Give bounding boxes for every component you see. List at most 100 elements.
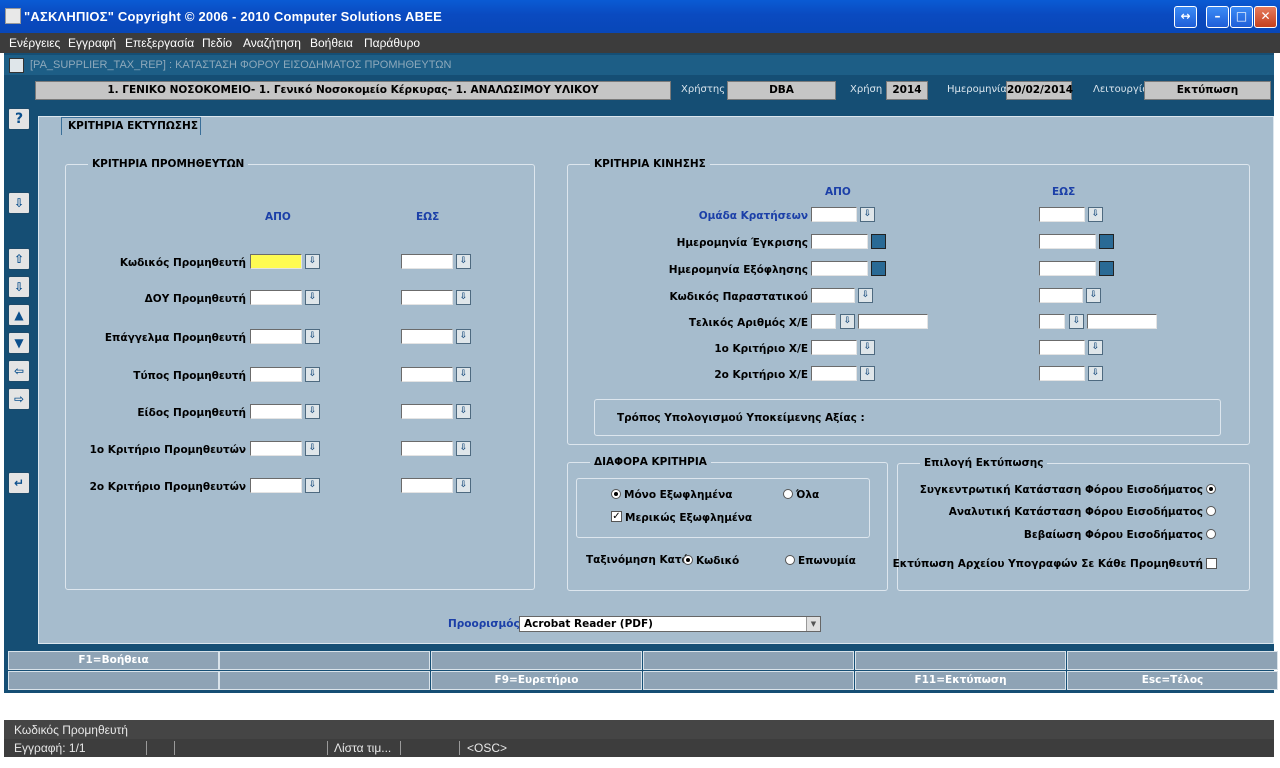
print-option-analytic-radio[interactable] [1206, 506, 1216, 516]
calendar-icon[interactable] [871, 234, 886, 249]
supplier-to-lov-icon[interactable]: ⇩ [456, 478, 471, 493]
first-record-icon[interactable]: ⇧ [8, 248, 30, 270]
movement-to-number-field[interactable] [1087, 314, 1157, 329]
close-button[interactable]: ✕ [1254, 6, 1277, 28]
menu-window[interactable]: Παράθυρο [364, 36, 420, 50]
menu-record[interactable]: Εγγραφή [68, 36, 116, 50]
supplier-from-field[interactable] [250, 290, 302, 305]
supplier-to-lov-icon[interactable]: ⇩ [456, 367, 471, 382]
supplier-from-lov-icon[interactable]: ⇩ [305, 329, 320, 344]
restore-arrows-icon[interactable]: ↔ [1174, 6, 1197, 28]
menu-actions[interactable]: Ενέργειες [9, 36, 60, 50]
supplier-to-field[interactable] [401, 290, 453, 305]
menu-edit[interactable]: Επεξεργασία [125, 36, 194, 50]
minimize-button[interactable]: – [1206, 6, 1229, 28]
arrow-right-icon[interactable]: ⇨ [8, 388, 30, 410]
function-key-button[interactable] [219, 651, 430, 670]
supplier-to-field[interactable] [401, 404, 453, 419]
supplier-to-field[interactable] [401, 254, 453, 269]
supplier-to-field[interactable] [401, 441, 453, 456]
undo-return-icon[interactable]: ↵ [8, 472, 30, 494]
movement-to-field[interactable] [1039, 366, 1085, 381]
function-key-button[interactable] [855, 651, 1066, 670]
sort-name-radio[interactable] [785, 555, 795, 565]
movement-to-field[interactable] [1039, 207, 1085, 222]
maximize-button[interactable]: □ [1230, 6, 1253, 28]
function-key-button[interactable]: F11=Εκτύπωση [855, 671, 1066, 690]
supplier-from-lov-icon[interactable]: ⇩ [305, 290, 320, 305]
supplier-from-field[interactable] [250, 478, 302, 493]
movement-from-lov-icon[interactable]: ⇩ [860, 207, 875, 222]
supplier-from-field[interactable] [250, 367, 302, 382]
supplier-from-lov-icon[interactable]: ⇩ [305, 441, 320, 456]
download-arrow-icon[interactable]: ⇩ [8, 192, 30, 214]
supplier-to-lov-icon[interactable]: ⇩ [456, 329, 471, 344]
destination-select[interactable]: Acrobat Reader (PDF) ▼ [519, 616, 821, 632]
next-record-icon[interactable]: ▼ [8, 332, 30, 354]
supplier-to-lov-icon[interactable]: ⇩ [456, 254, 471, 269]
previous-record-icon[interactable]: ▲ [8, 304, 30, 326]
supplier-from-field[interactable] [250, 441, 302, 456]
movement-to-field[interactable] [1039, 234, 1096, 249]
supplier-from-lov-icon[interactable]: ⇩ [305, 478, 320, 493]
movement-to-lov-icon[interactable]: ⇩ [1086, 288, 1101, 303]
supplier-to-lov-icon[interactable]: ⇩ [456, 290, 471, 305]
movement-to-field[interactable] [1039, 261, 1096, 276]
movement-from-field[interactable] [811, 288, 855, 303]
supplier-from-lov-icon[interactable]: ⇩ [305, 254, 320, 269]
movement-to-field[interactable] [1039, 314, 1065, 329]
supplier-to-lov-icon[interactable]: ⇩ [456, 441, 471, 456]
movement-from-field[interactable] [811, 314, 836, 329]
partial-paid-checkbox[interactable]: ✓ [611, 511, 622, 522]
supplier-from-lov-icon[interactable]: ⇩ [305, 404, 320, 419]
sort-code-radio[interactable] [683, 555, 693, 565]
function-key-button[interactable] [643, 671, 854, 690]
movement-to-field[interactable] [1039, 340, 1085, 355]
print-option-certificate-radio[interactable] [1206, 529, 1216, 539]
supplier-to-field[interactable] [401, 478, 453, 493]
tab-print-criteria[interactable]: ΚΡΙΤΗΡΙΑ ΕΚΤΥΠΩΣΗΣ [61, 117, 201, 135]
supplier-from-field[interactable] [250, 254, 302, 269]
movement-from-field[interactable] [811, 234, 868, 249]
menu-search[interactable]: Αναζήτηση [243, 36, 301, 50]
supplier-from-lov-icon[interactable]: ⇩ [305, 367, 320, 382]
function-key-button[interactable]: Esc=Τέλος [1067, 671, 1278, 690]
movement-to-lov-icon[interactable]: ⇩ [1088, 366, 1103, 381]
movement-from-field[interactable] [811, 340, 857, 355]
window-title-bar[interactable]: "ΑΣΚΛΗΠΙΟΣ" Copyright © 2006 - 2010 Comp… [0, 0, 1280, 33]
menu-help[interactable]: Βοήθεια [310, 36, 353, 50]
supplier-to-lov-icon[interactable]: ⇩ [456, 404, 471, 419]
movement-from-field[interactable] [811, 366, 857, 381]
movement-from-lov-icon[interactable]: ⇩ [860, 366, 875, 381]
movement-to-field[interactable] [1039, 288, 1083, 303]
calendar-icon[interactable] [1099, 234, 1114, 249]
print-signatures-checkbox[interactable] [1206, 558, 1217, 569]
all-radio[interactable] [783, 489, 793, 499]
movement-from-lov-icon[interactable]: ⇩ [858, 288, 873, 303]
movement-to-lov-icon[interactable]: ⇩ [1088, 207, 1103, 222]
last-record-icon[interactable]: ⇩ [8, 276, 30, 298]
arrow-left-icon[interactable]: ⇦ [8, 360, 30, 382]
function-key-button[interactable] [643, 651, 854, 670]
print-option-summary-radio[interactable] [1206, 484, 1216, 494]
supplier-to-field[interactable] [401, 329, 453, 344]
function-key-button[interactable] [219, 671, 430, 690]
movement-from-field[interactable] [811, 207, 857, 222]
supplier-from-field[interactable] [250, 329, 302, 344]
function-key-button[interactable] [1067, 651, 1278, 670]
supplier-to-field[interactable] [401, 367, 453, 382]
supplier-from-field[interactable] [250, 404, 302, 419]
function-key-button[interactable]: F1=Βοήθεια [8, 651, 219, 670]
movement-from-number-field[interactable] [858, 314, 928, 329]
help-question-icon[interactable]: ? [8, 108, 30, 130]
calendar-icon[interactable] [871, 261, 886, 276]
movement-from-field[interactable] [811, 261, 868, 276]
function-key-button[interactable] [431, 651, 642, 670]
chevron-down-icon[interactable]: ▼ [806, 617, 820, 631]
function-key-button[interactable]: F9=Ευρετήριο [431, 671, 642, 690]
movement-from-lov-icon[interactable]: ⇩ [840, 314, 855, 329]
menu-field[interactable]: Πεδίο [202, 36, 232, 50]
movement-to-lov-icon[interactable]: ⇩ [1069, 314, 1084, 329]
function-key-button[interactable] [8, 671, 219, 690]
only-paid-radio[interactable] [611, 489, 621, 499]
